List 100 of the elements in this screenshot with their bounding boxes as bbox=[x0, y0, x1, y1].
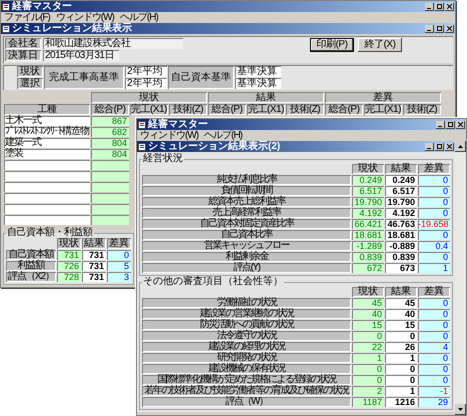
table-cell: 6.517 bbox=[352, 186, 384, 196]
minimize-button[interactable] bbox=[425, 2, 434, 10]
minimize-button[interactable] bbox=[425, 24, 434, 32]
close-button[interactable] bbox=[445, 142, 454, 150]
diff-cell: 4 bbox=[418, 342, 450, 352]
column-header: 総合(P) bbox=[208, 104, 246, 115]
app-icon bbox=[2, 24, 10, 32]
table-cell: 26 bbox=[385, 342, 417, 352]
field-label: 決算日 bbox=[5, 50, 41, 61]
table-cell: 804 bbox=[91, 138, 129, 148]
table-cell: 15 bbox=[385, 320, 417, 330]
maximize-button[interactable] bbox=[435, 2, 444, 10]
close-button[interactable] bbox=[445, 24, 454, 32]
diff-cell: 0 bbox=[418, 197, 450, 207]
action-button[interactable]: 終了(X) bbox=[358, 38, 402, 52]
diff-cell: 0 bbox=[418, 375, 450, 385]
table-cell: 0 bbox=[385, 331, 417, 341]
row-label: 選択 bbox=[17, 78, 43, 89]
group-title: 経営状況 bbox=[142, 154, 184, 164]
column-header: 差異 bbox=[418, 287, 450, 297]
column-header: 完工(X1) bbox=[130, 104, 168, 115]
column-header: 差異 bbox=[107, 238, 131, 249]
table-cell: 0.249 bbox=[385, 175, 417, 185]
maximize-button[interactable] bbox=[435, 142, 444, 150]
table-cell: 0.839 bbox=[385, 252, 417, 262]
window-title: シミュレーション結果表示(2) bbox=[148, 142, 280, 152]
select-field[interactable]: 2年平均 bbox=[125, 78, 167, 89]
scroll-up-button[interactable] bbox=[455, 141, 466, 152]
maximize-icon bbox=[437, 4, 442, 9]
diff-cell: 0 bbox=[418, 331, 450, 341]
diff-cell: 0.4 bbox=[418, 241, 450, 251]
table-cell bbox=[91, 160, 129, 170]
table-cell: 46.763 bbox=[385, 219, 417, 229]
table-cell: 6.517 bbox=[385, 186, 417, 196]
row-label: 若年の技術者及び技能労働者等の育成及び確保の状況 bbox=[142, 386, 351, 396]
minimize-button[interactable] bbox=[425, 142, 434, 150]
table-cell bbox=[91, 204, 129, 214]
group-header: 結果 bbox=[208, 92, 324, 103]
close-icon bbox=[447, 144, 452, 149]
basis-label: 完成工事高基準 bbox=[44, 66, 124, 89]
table-cell: 867 bbox=[91, 116, 129, 126]
close-button[interactable] bbox=[456, 120, 465, 128]
table-cell: 731 bbox=[82, 250, 106, 260]
table-cell bbox=[91, 182, 129, 192]
row-label: 利益額 bbox=[6, 261, 56, 271]
diff-cell: 29 bbox=[418, 397, 450, 407]
work-type-cell: 土木一式 bbox=[4, 116, 90, 126]
table-cell: 1187 bbox=[352, 397, 384, 407]
column-header: 結果 bbox=[385, 164, 417, 174]
up-arrow-icon bbox=[458, 145, 463, 148]
maximize-button[interactable] bbox=[446, 120, 455, 128]
row-label: 建設業の経理の状況 bbox=[142, 342, 351, 352]
row-label: 労働福祉の状況 bbox=[142, 298, 351, 308]
table-cell: -0.889 bbox=[385, 241, 417, 251]
diff-cell: 5 bbox=[107, 261, 131, 271]
table-cell: 4.192 bbox=[352, 208, 384, 218]
work-type-cell: 建築一式 bbox=[4, 138, 90, 148]
column-header: 技術(Z) bbox=[286, 104, 324, 115]
row-label: 国際標準化機構が定めた規格による登録の状況 bbox=[142, 375, 351, 385]
row-label: 評点(Y) bbox=[142, 263, 351, 273]
group-header: 現状 bbox=[91, 92, 207, 103]
action-button[interactable]: 印刷(P) bbox=[310, 38, 354, 52]
scroll-down-button[interactable] bbox=[455, 404, 466, 415]
row-label: 自己資本対固定資産比率 bbox=[142, 219, 351, 229]
field-label: 会社名 bbox=[5, 38, 41, 49]
diff-cell: 0 bbox=[418, 298, 450, 308]
table-cell: 0 bbox=[352, 331, 384, 341]
column-header: 完工(X1) bbox=[364, 104, 402, 115]
select-field[interactable]: 2年平均 bbox=[125, 66, 167, 77]
menu-item[interactable]: ウィンドウ(W) bbox=[52, 12, 117, 22]
menu-item[interactable]: ファイル(F) bbox=[1, 12, 53, 22]
text-field[interactable]: 2015年03月31日 bbox=[43, 50, 119, 61]
minimize-button[interactable] bbox=[436, 120, 445, 128]
table-cell: 40 bbox=[385, 309, 417, 319]
row-label: 自己資本比率 bbox=[142, 230, 351, 240]
menu-item[interactable]: ヘルプ(H) bbox=[201, 130, 245, 140]
app-icon bbox=[138, 142, 146, 150]
table-cell: 2 bbox=[352, 386, 384, 396]
close-button[interactable] bbox=[445, 2, 454, 10]
diff-cell: 0 bbox=[418, 252, 450, 262]
table-cell: 45 bbox=[352, 298, 384, 308]
table-cell: 731 bbox=[82, 272, 106, 282]
select-field[interactable]: 基準決算 bbox=[235, 66, 281, 77]
column-header: 結果 bbox=[82, 238, 106, 249]
maximize-icon bbox=[437, 26, 442, 31]
table-cell: 66.421 bbox=[352, 219, 384, 229]
window-title: シミュレーション結果表示 bbox=[12, 24, 132, 34]
scrollbar[interactable] bbox=[455, 141, 466, 415]
column-header: 工種 bbox=[4, 104, 90, 115]
menu-item[interactable]: ヘルプ(H) bbox=[116, 12, 161, 22]
table-cell: 682 bbox=[91, 127, 129, 137]
row-label: 売上高経常利益率 bbox=[142, 208, 351, 218]
column-header: 総合(P) bbox=[325, 104, 363, 115]
down-arrow-icon bbox=[458, 408, 463, 411]
text-field[interactable]: 和歌山建設株式会社 bbox=[43, 38, 183, 49]
column-header: 現状 bbox=[352, 287, 384, 297]
maximize-button[interactable] bbox=[435, 24, 444, 32]
table-cell: 1 bbox=[385, 353, 417, 363]
menu-item[interactable]: ウィンドウ(W) bbox=[137, 130, 202, 140]
select-field[interactable]: 基準決算 bbox=[235, 78, 281, 89]
